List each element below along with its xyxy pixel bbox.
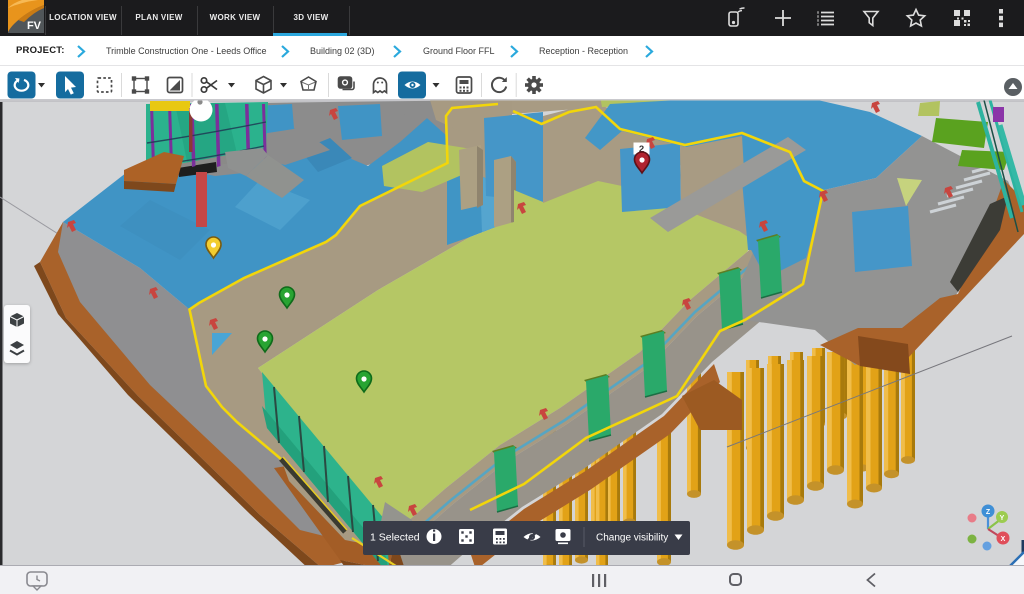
svg-text:X: X xyxy=(1001,536,1006,543)
svg-text:Z: Z xyxy=(986,509,991,516)
svg-text:FV: FV xyxy=(27,20,42,32)
svg-text:Change visibility: Change visibility xyxy=(596,533,668,544)
svg-text:1 Selected: 1 Selected xyxy=(370,532,420,544)
svg-text:Y: Y xyxy=(1000,515,1005,522)
